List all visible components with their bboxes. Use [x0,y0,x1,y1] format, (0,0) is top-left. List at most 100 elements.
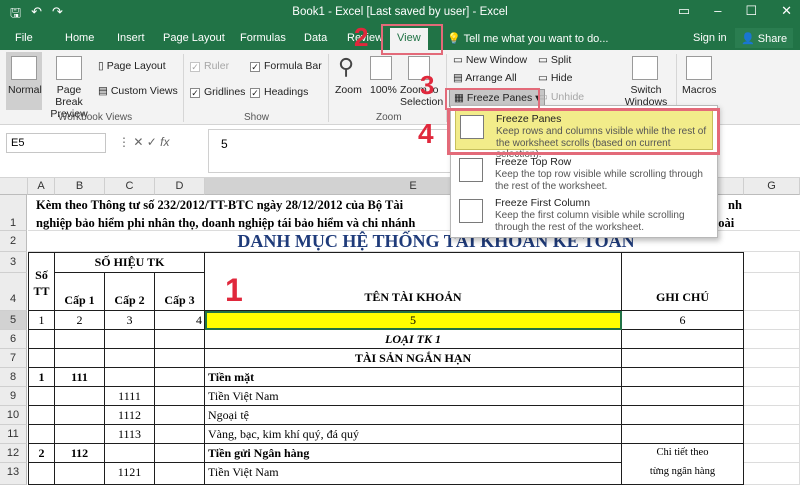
cell-loai[interactable]: LOẠI TK 1 [205,330,622,349]
split-button[interactable]: ▭ Split [538,54,571,66]
select-all-corner[interactable] [0,178,28,195]
cell-name[interactable]: Tiền mặt [205,368,622,387]
column-header[interactable]: D [155,178,205,195]
cell-cap1[interactable]: 111 [55,368,105,387]
custom-views-button[interactable]: ▤ Custom Views [98,85,178,97]
cell-cap1[interactable]: 112 [55,444,105,463]
tab-data[interactable]: Data [304,32,327,44]
row-header[interactable]: 3 [0,252,27,273]
zoom-100-button[interactable]: 100% [368,52,398,108]
page-layout-button[interactable]: ▯ Page Layout [98,60,166,72]
new-window-button[interactable]: ▭ New Window [453,54,527,66]
cell[interactable] [155,444,205,463]
column-header[interactable]: A [28,178,55,195]
cell[interactable] [622,387,744,406]
cell[interactable] [55,330,105,349]
cell-stt[interactable]: 1 [28,368,55,387]
cell-cap2[interactable]: 1121 [105,463,155,485]
cell-e5-selected[interactable]: 5 [205,311,622,330]
tab-file[interactable]: File [15,32,33,44]
cell[interactable] [622,406,744,425]
cell[interactable] [622,349,744,368]
cell[interactable] [105,444,155,463]
cell[interactable] [155,463,205,485]
menu-item-freeze-first-column[interactable]: Freeze First Column Keep the first colum… [455,195,713,235]
cell[interactable] [55,425,105,444]
row-header[interactable]: 12 [0,444,27,463]
switch-windows-button[interactable]: Switch Windows [620,52,672,110]
row-header[interactable]: 11 [0,425,27,444]
tab-formulas[interactable]: Formulas [240,32,286,44]
cell[interactable] [105,349,155,368]
cell-ghi-chu[interactable]: GHI CHÚ [622,252,744,311]
cell-r5[interactable]: 4 [155,311,205,330]
column-header[interactable]: C [105,178,155,195]
cell[interactable] [28,387,55,406]
cell-r5[interactable]: 2 [55,311,105,330]
menu-item-freeze-top-row[interactable]: Freeze Top Row Keep the top row visible … [455,154,713,194]
cell[interactable] [155,425,205,444]
cell[interactable] [28,425,55,444]
cell-cap2[interactable]: Cấp 2 [105,273,155,311]
zoom-button[interactable]: ⚲ Zoom [333,52,363,108]
tab-home[interactable]: Home [65,32,94,44]
cell[interactable] [155,330,205,349]
cell-name[interactable]: Tiền Việt Nam [205,387,622,406]
normal-view-button[interactable]: Normal [6,52,42,110]
cell-note[interactable]: từng ngân hàng [622,463,744,485]
cell-name[interactable]: Tiền Việt Nam [205,463,622,485]
cell[interactable] [105,330,155,349]
headings-checkbox[interactable]: ✓ Headings [250,86,308,98]
cell-name[interactable]: Tiền gửi Ngân hàng [205,444,622,463]
row-header[interactable]: 6 [0,330,27,349]
ruler-checkbox[interactable]: ✓ Ruler [190,60,229,72]
minimize-icon[interactable]: – [714,3,721,19]
cell[interactable] [105,368,155,387]
row-header[interactable]: 8 [0,368,27,387]
tab-insert[interactable]: Insert [117,32,145,44]
close-icon[interactable]: ✕ [781,3,792,19]
cell-note[interactable]: Chi tiết theo [622,444,744,463]
cell-cap1[interactable]: Cấp 1 [55,273,105,311]
formula-bar-checkbox[interactable]: ✓ Formula Bar [250,60,322,72]
cell[interactable] [28,406,55,425]
cell-cap3[interactable]: Cấp 3 [155,273,205,311]
cell[interactable] [155,406,205,425]
row-header[interactable]: 2 [0,231,27,252]
cell[interactable] [55,387,105,406]
cell-r5[interactable]: 3 [105,311,155,330]
cell[interactable] [155,387,205,406]
tell-me-box[interactable]: 💡 Tell me what you want to do... [447,32,608,45]
name-box[interactable]: E5 [6,133,106,153]
row-header[interactable]: 5 [0,311,27,330]
hide-button[interactable]: ▭ Hide [538,72,572,84]
macros-button[interactable]: Macros [680,52,720,110]
gridlines-checkbox[interactable]: ✓ Gridlines [190,86,245,98]
cell[interactable] [622,330,744,349]
cell-cap2[interactable]: 1112 [105,406,155,425]
arrange-all-button[interactable]: ▤ Arrange All [453,72,517,84]
cell[interactable] [55,406,105,425]
cell[interactable] [622,368,744,387]
enter-icon[interactable]: ✓ [147,135,160,149]
sign-in-link[interactable]: Sign in [693,32,727,44]
cell-cap2[interactable]: 1111 [105,387,155,406]
cell[interactable] [55,349,105,368]
cell-name[interactable]: Vàng, bạc, kim khí quý, đá quý [205,425,622,444]
row-header[interactable]: 1 [0,195,27,231]
function-icon[interactable]: fx [160,135,169,149]
row-header[interactable]: 9 [0,387,27,406]
cell[interactable] [155,349,205,368]
cell-r5[interactable]: 6 [622,311,744,330]
cell[interactable] [28,330,55,349]
cell[interactable] [622,425,744,444]
tab-page-layout[interactable]: Page Layout [163,32,225,44]
ribbon-display-icon[interactable]: ▭ [678,3,690,19]
cell-ten-tai-khoan[interactable]: TÊN TÀI KHOẢN [205,252,622,311]
row-header[interactable]: 4 [0,273,27,311]
row-header[interactable]: 10 [0,406,27,425]
cell-so-tt[interactable]: Số TT [28,252,55,311]
cell-r5[interactable]: 1 [28,311,55,330]
unhide-button[interactable]: ▭ Unhide [538,91,584,103]
cell[interactable] [55,463,105,485]
